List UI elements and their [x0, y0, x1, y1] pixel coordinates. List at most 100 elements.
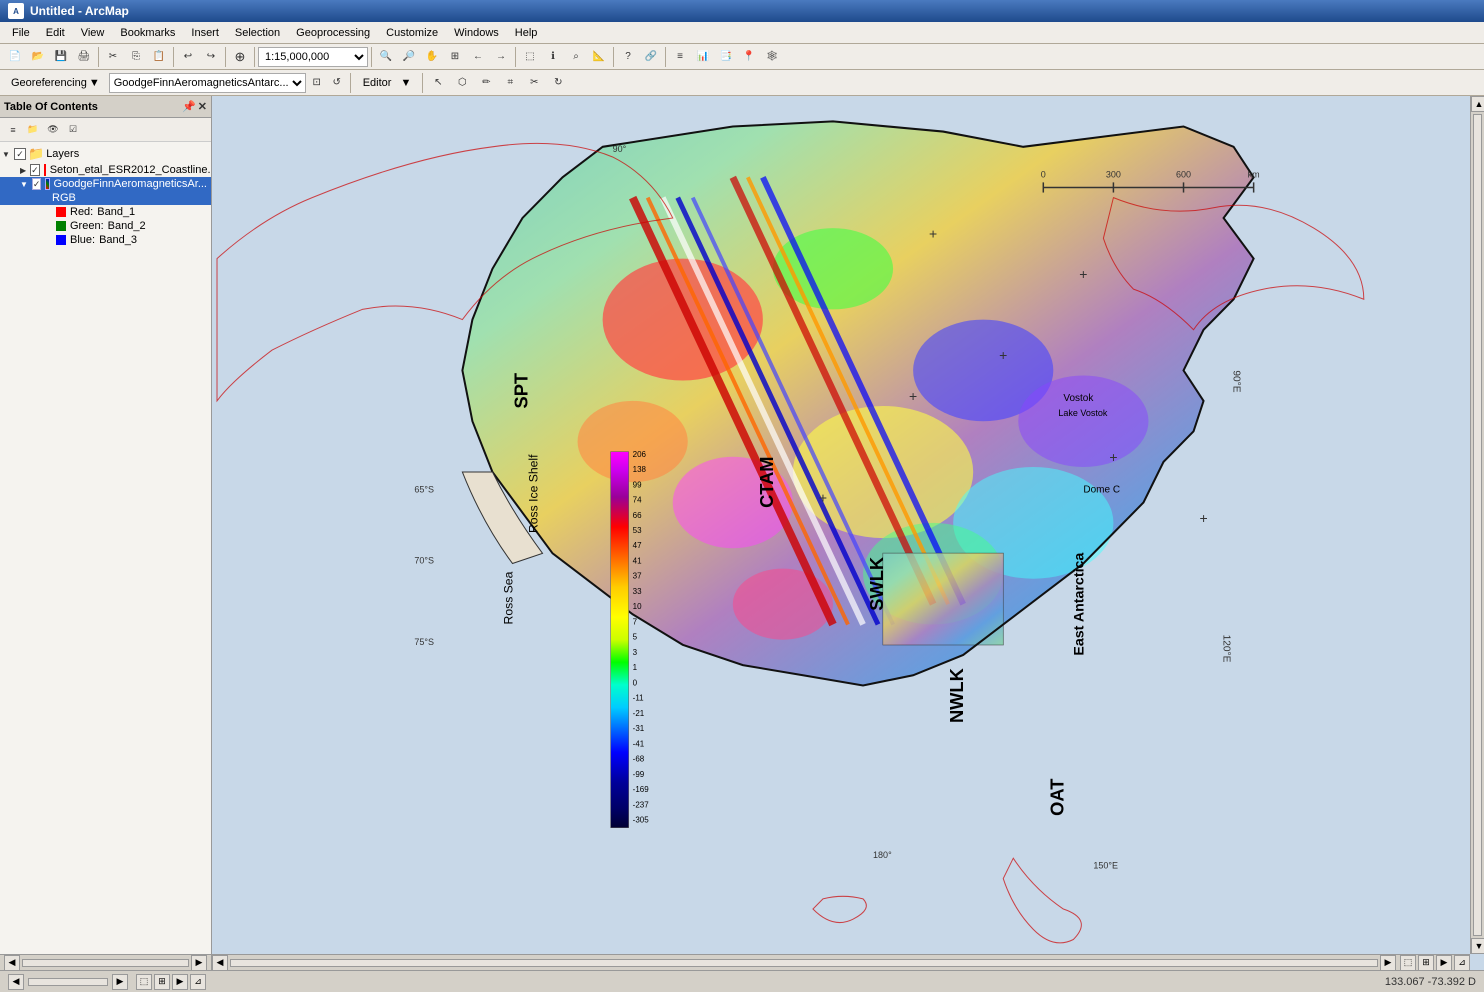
menu-geoprocessing[interactable]: Geoprocessing: [288, 25, 378, 41]
preview-btn[interactable]: ▶: [1436, 955, 1452, 971]
map-tips-button[interactable]: ?: [617, 46, 639, 68]
map-area[interactable]: + + + + + + + SPT CTAM SWLK NWLK OAT Eas…: [212, 96, 1484, 970]
full-extent-button[interactable]: ⊞: [444, 46, 466, 68]
data-view-btn[interactable]: ⊞: [1418, 955, 1434, 971]
reshape-btn[interactable]: ⌗: [499, 72, 521, 94]
undo-button[interactable]: ↩: [177, 46, 199, 68]
toc-list-by-source[interactable]: 📁: [24, 121, 42, 139]
svg-text:90°: 90°: [613, 144, 627, 154]
menu-insert[interactable]: Insert: [183, 25, 227, 41]
map-canvas: + + + + + + + SPT CTAM SWLK NWLK OAT Eas…: [212, 96, 1484, 970]
svg-text:0: 0: [633, 678, 638, 687]
hscroll-right-btn[interactable]: ▶: [1380, 955, 1396, 971]
menu-bookmarks[interactable]: Bookmarks: [112, 25, 183, 41]
edit-tool-btn[interactable]: ↖: [427, 72, 449, 94]
layer1-checkbox[interactable]: [30, 164, 40, 176]
vscroll-down-btn[interactable]: ▼: [1471, 938, 1484, 954]
measure-button[interactable]: 📐: [588, 46, 610, 68]
network-btn[interactable]: 🕸: [761, 46, 783, 68]
zoom-out-button[interactable]: 🔎: [398, 46, 420, 68]
svg-text:90°E: 90°E: [1231, 370, 1242, 392]
back-extent-button[interactable]: ←: [467, 46, 489, 68]
pan-button[interactable]: ✋: [421, 46, 443, 68]
georeferencing-dropdown-btn[interactable]: Georeferencing ▼: [4, 74, 107, 92]
layer2-checkbox[interactable]: [32, 178, 42, 190]
scroll-right-btn[interactable]: ▶: [191, 955, 207, 971]
rgb-label: RGB: [0, 191, 211, 205]
layers-group-checkbox[interactable]: [14, 148, 26, 160]
find-button[interactable]: ⌕: [565, 46, 587, 68]
svg-text:-68: -68: [633, 755, 645, 764]
scale-dropdown[interactable]: 1:15,000,000: [258, 47, 368, 67]
svg-text:Vostok: Vostok: [1063, 393, 1094, 404]
hyperlink-button[interactable]: 🔗: [640, 46, 662, 68]
menu-edit[interactable]: Edit: [38, 25, 73, 41]
editor-dropdown-btn[interactable]: ▼: [393, 74, 418, 92]
rotate-btn[interactable]: ↻: [547, 72, 569, 94]
statusbar-scroll-left[interactable]: ◀: [8, 974, 24, 990]
toc-content: ▼ 📁 Layers ▶ Seton_etal_ESR2012_Coastlin…: [0, 142, 211, 954]
split-btn[interactable]: ✂: [523, 72, 545, 94]
svg-text:47: 47: [633, 541, 642, 550]
status-view-btn1[interactable]: ⬚: [136, 974, 152, 990]
toc-layer-coastline[interactable]: ▶ Seton_etal_ESR2012_Coastline...: [0, 163, 211, 177]
menu-windows[interactable]: Windows: [446, 25, 507, 41]
hscroll-track[interactable]: [230, 959, 1378, 967]
status-view-btn2[interactable]: ⊞: [154, 974, 170, 990]
fwd-extent-button[interactable]: →: [490, 46, 512, 68]
toc-hscroll[interactable]: [22, 959, 189, 967]
status-view-btn3[interactable]: ▶: [172, 974, 188, 990]
globe-btn[interactable]: ⊿: [1454, 955, 1470, 971]
update-georef-btn[interactable]: ↺: [328, 74, 346, 92]
open-button[interactable]: 📂: [27, 46, 49, 68]
vscroll-thumb[interactable]: [1473, 114, 1482, 936]
toc-layer-aeromagnetics[interactable]: ▼ GoodgeFinnAeromagneticsAr...: [0, 177, 211, 191]
statusbar-scroll-right[interactable]: ▶: [112, 974, 128, 990]
status-view-btn4[interactable]: ⊿: [190, 974, 206, 990]
sep6: [515, 47, 516, 67]
svg-text:7: 7: [633, 617, 638, 626]
print-button[interactable]: 🖨: [73, 46, 95, 68]
svg-text:138: 138: [633, 465, 647, 474]
select-button[interactable]: ⬚: [519, 46, 541, 68]
redo-button[interactable]: ↪: [200, 46, 222, 68]
hscroll-left-btn[interactable]: ◀: [212, 955, 228, 971]
sep4: [254, 47, 255, 67]
add-data-button[interactable]: ⊕: [229, 46, 251, 68]
cut-button[interactable]: ✂: [102, 46, 124, 68]
menu-help[interactable]: Help: [507, 25, 546, 41]
menu-selection[interactable]: Selection: [227, 25, 288, 41]
paste-button[interactable]: 📋: [148, 46, 170, 68]
toc-list-by-visibility[interactable]: 👁: [44, 121, 62, 139]
toc-list-by-selection[interactable]: ☑: [64, 121, 82, 139]
toc-list-by-drawing-order[interactable]: ≡: [4, 121, 22, 139]
zoom-in-button[interactable]: 🔍: [375, 46, 397, 68]
toc-pin-icon[interactable]: 📌: [182, 100, 196, 113]
layer-select[interactable]: GoodgeFinnAeromagneticsAntarc...: [109, 73, 306, 93]
new-button[interactable]: 📄: [4, 46, 26, 68]
geocode-btn[interactable]: 📍: [738, 46, 760, 68]
layers-group-header[interactable]: ▼ 📁 Layers: [0, 145, 211, 163]
scroll-left-btn[interactable]: ◀: [4, 955, 20, 971]
report-btn[interactable]: 📑: [715, 46, 737, 68]
identify-button[interactable]: ℹ: [542, 46, 564, 68]
chart-btn[interactable]: 📊: [692, 46, 714, 68]
legend-red-band: Red: Band_1: [0, 205, 211, 219]
table-btn[interactable]: ≡: [669, 46, 691, 68]
save-button[interactable]: 💾: [50, 46, 72, 68]
map-vscroll[interactable]: ▲ ▼: [1470, 96, 1484, 954]
svg-text:206: 206: [633, 450, 647, 459]
layout-view-btn[interactable]: ⬚: [1400, 955, 1416, 971]
menu-file[interactable]: File: [4, 25, 38, 41]
sep1: [98, 47, 99, 67]
sketch-tool-btn[interactable]: ✏: [475, 72, 497, 94]
map-hscroll[interactable]: ◀ ▶ ⬚ ⊞ ▶ ⊿: [212, 954, 1470, 970]
menu-view[interactable]: View: [73, 25, 113, 41]
statusbar-hscroll[interactable]: [28, 978, 108, 986]
menu-customize[interactable]: Customize: [378, 25, 446, 41]
edit-vertices-btn[interactable]: ⬡: [451, 72, 473, 94]
fit-to-display-btn[interactable]: ⊡: [308, 74, 326, 92]
toc-close-icon[interactable]: ✕: [198, 100, 207, 113]
copy-button[interactable]: ⎘: [125, 46, 147, 68]
vscroll-up-btn[interactable]: ▲: [1471, 96, 1484, 112]
